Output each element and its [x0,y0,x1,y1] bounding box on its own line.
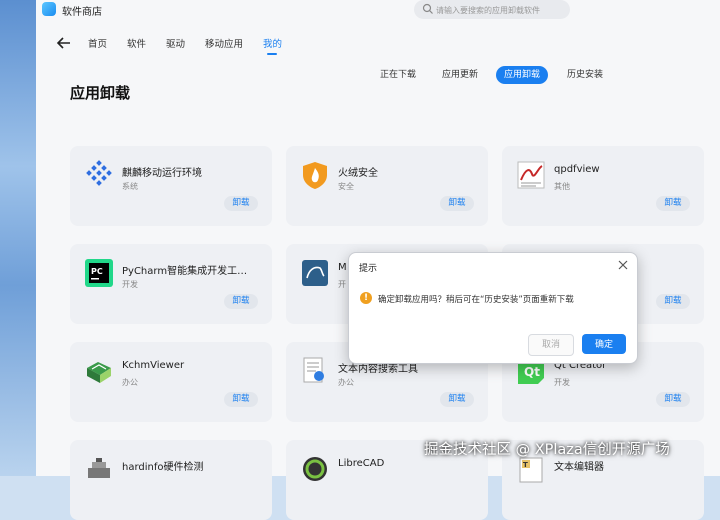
app-card: KchmViewer 办公 卸载 [70,342,272,422]
cancel-button[interactable]: 取消 [528,334,574,356]
svg-text:T: T [523,461,528,469]
pycharm-icon: PC [85,259,113,287]
app-name: 麒麟移动运行环境 [122,168,202,179]
search-input[interactable]: 请输入要搜索的应用卸载软件 [414,0,570,19]
tab-downloading[interactable]: 正在下载 [380,66,416,84]
app-name: PyCharm智能集成开发工… [122,266,248,277]
confirm-uninstall-dialog: 提示 ! 确定卸载应用吗？稍后可在“历史安装”页面重新下载 取消 确定 [348,252,638,364]
uninstall-button[interactable]: 卸载 [656,196,690,211]
search-placeholder: 请输入要搜索的应用卸载软件 [436,6,540,15]
app-category: 系统 [122,182,138,191]
desktop-wallpaper [0,0,36,476]
app-category: 开 [338,280,346,289]
confirm-button[interactable]: 确定 [582,334,626,354]
app-name: KchmViewer [122,360,185,371]
tab-app-updates[interactable]: 应用更新 [442,66,478,84]
software-store-window: 软件商店 请输入要搜索的应用卸载软件 首页 软件 驱动 移动应用 我的 正在下载… [36,0,720,520]
nav-item-mine[interactable]: 我的 [263,36,282,50]
uninstall-button[interactable]: 卸载 [656,392,690,407]
uninstall-button[interactable]: 卸载 [224,294,258,309]
app-name: hardinfo硬件检测 [122,462,204,473]
hardinfo-icon [88,458,110,478]
text-search-icon [303,357,324,383]
app-title: 软件商店 [62,7,102,18]
app-category: 办公 [122,378,138,387]
app-name: qpdfview [554,164,600,175]
title-bar: 软件商店 请输入要搜索的应用卸载软件 [36,0,720,22]
librecad-icon [303,457,327,481]
app-category: 办公 [338,378,354,387]
uninstall-button[interactable]: 卸载 [440,392,474,407]
app-logo-icon [42,2,56,16]
kchmviewer-icon [87,362,111,383]
nav-item-home[interactable]: 首页 [88,36,107,50]
watermark: 掘金技术社区 @ XPlaza信创开源广场 [424,442,670,458]
uninstall-button[interactable]: 卸载 [224,392,258,407]
tab-install-history[interactable]: 历史安装 [567,66,603,84]
huorong-icon [303,162,327,189]
kylin-mobile-icon [86,160,112,186]
page-title: 应用卸载 [70,84,131,102]
app-category: 其他 [554,182,570,191]
tab-app-uninstall[interactable]: 应用卸载 [496,66,549,84]
app-card: 麒麟移动运行环境 系统 卸载 [70,146,272,226]
app-card: hardinfo硬件检测 [70,440,272,520]
app-category: 安全 [338,182,354,191]
app-name: 火绒安全 [338,168,378,179]
app-name: LibreCAD [338,458,385,469]
app-category: 开发 [554,378,570,387]
back-arrow-icon[interactable] [56,36,72,50]
nav-item-software[interactable]: 软件 [127,36,146,50]
nav-item-drivers[interactable]: 驱动 [166,36,185,50]
mysql-workbench-icon [302,260,328,286]
svg-text:Qt: Qt [524,365,540,379]
app-card: PC PyCharm智能集成开发工… 开发 卸载 [70,244,272,324]
app-card: qpdfview 其他 卸载 [502,146,704,226]
dialog-message: 确定卸载应用吗？稍后可在“历史安装”页面重新下载 [378,295,574,305]
qpdfview-icon [517,161,545,189]
close-icon[interactable] [617,259,629,271]
search-icon [422,3,433,14]
app-name: 文本编辑器 [554,462,604,473]
nav-item-mobile-apps[interactable]: 移动应用 [205,36,243,50]
uninstall-button[interactable]: 卸载 [440,196,474,211]
uninstall-button[interactable]: 卸载 [656,294,690,309]
app-card: 火绒安全 安全 卸载 [286,146,488,226]
nav-active-indicator [267,53,277,55]
app-category: 开发 [122,280,138,289]
svg-text:PC: PC [91,267,103,276]
dialog-title: 提示 [359,264,378,274]
uninstall-button[interactable]: 卸载 [224,196,258,211]
warning-icon: ! [360,292,372,304]
